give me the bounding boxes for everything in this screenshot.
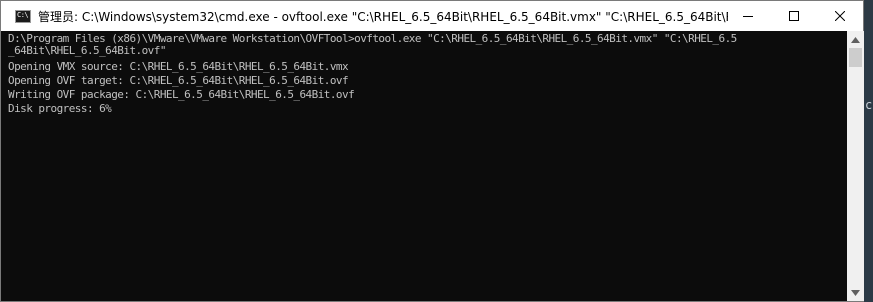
close-icon <box>835 11 845 21</box>
vertical-scrollbar[interactable] <box>847 31 864 301</box>
minimize-icon <box>743 16 753 17</box>
title-bar[interactable]: C:\ 管理员: C:\Windows\system32\cmd.exe - o… <box>1 1 863 31</box>
console-output[interactable]: D:\Program Files (x86)\VMware\VMware Wor… <box>1 31 847 301</box>
maximize-button[interactable] <box>771 1 817 31</box>
console-line: Opening OVF target: C:\RHEL_6.5_64Bit\RH… <box>8 74 349 87</box>
scroll-down-button[interactable] <box>847 284 864 301</box>
console-line: Writing OVF package: C:\RHEL_6.5_64Bit\R… <box>8 88 355 101</box>
window-title: 管理员: C:\Windows\system32\cmd.exe - ovfto… <box>38 9 728 24</box>
scrollbar-thumb[interactable] <box>849 48 862 67</box>
minimize-button[interactable] <box>725 1 771 31</box>
console-line: _64Bit\RHEL_6.5_64Bit.ovf" <box>8 44 166 57</box>
close-button[interactable] <box>817 1 863 31</box>
scroll-up-button[interactable] <box>847 31 864 48</box>
cmd-icon-text: C:\ <box>17 10 29 19</box>
chevron-up-icon <box>851 36 860 43</box>
console-line: Disk progress: 6% <box>8 102 112 115</box>
cmd-window: C:\ 管理员: C:\Windows\system32\cmd.exe - o… <box>0 0 864 302</box>
console-line: Opening VMX source: C:\RHEL_6.5_64Bit\RH… <box>8 60 349 73</box>
background-glyph: c <box>865 98 873 112</box>
chevron-down-icon <box>851 289 860 296</box>
background-window-right: c <box>864 30 873 302</box>
maximize-icon <box>789 11 799 21</box>
cmd-icon[interactable]: C:\ <box>15 9 31 23</box>
